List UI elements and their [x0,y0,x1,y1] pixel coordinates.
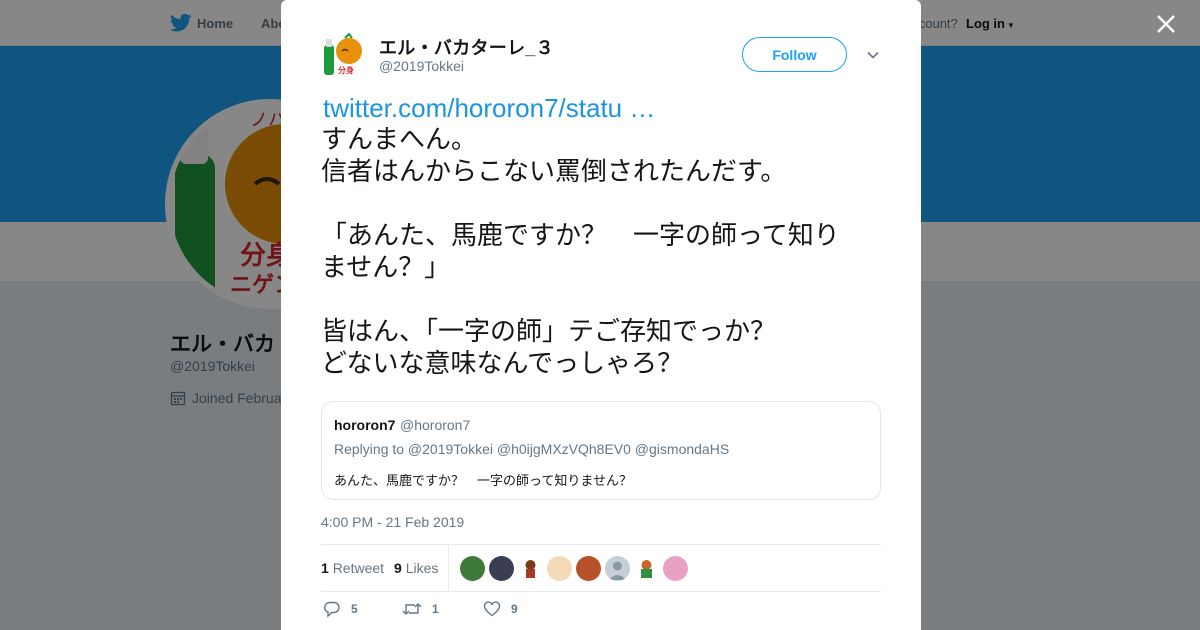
retweets-label: Retweet [332,560,385,576]
like-action[interactable]: 9 [483,600,518,618]
follow-button[interactable]: Follow [742,37,847,72]
author-avatar[interactable]: 分身 [321,31,369,79]
likes-stat[interactable]: 9 Likes [394,560,438,576]
quoted-author-handle: @hororon7 [400,417,471,433]
author-handle[interactable]: @2019Tokkei [379,58,464,74]
tweet-line [321,188,891,220]
retweet-count: 1 [432,602,439,616]
liker-avatar[interactable] [489,556,514,581]
heart-icon [483,601,501,617]
retweet-icon [402,603,422,615]
tweet-stats: 1 Retweet 9 Likes [321,544,881,592]
liker-avatar[interactable] [663,556,688,581]
tweet-modal: 分身 エル・バカターレ_３ @2019Tokkei Follow twitter… [281,0,921,630]
liker-avatar[interactable] [518,556,543,581]
liker-avatar[interactable] [634,556,659,581]
likes-count: 9 [394,560,402,576]
tweet-actions: 5 1 9 [321,600,881,626]
retweets-stat[interactable]: 1 Retweet [321,560,384,576]
like-count: 9 [511,602,518,616]
tweet-link[interactable]: twitter.com/hororon7/statu … [323,92,891,124]
author-display-name[interactable]: エル・バカターレ_３ [379,34,554,60]
chevron-down-icon[interactable] [865,47,881,63]
reply-action[interactable]: 5 [323,600,358,618]
tweet-line: 「あんた、馬鹿ですか？ 一字の師って知り [321,221,840,251]
tweet-text: twitter.com/hororon7/statu … すんまへん。 信者はん… [321,92,891,380]
quoted-tweet[interactable]: hororon7 @hororon7 Replying to @2019Tokk… [321,401,881,500]
quoted-replying-to: Replying to @2019Tokkei @h0ijgMXzVQh8EV0… [334,441,730,457]
close-icon[interactable] [1154,12,1178,36]
liker-avatar[interactable] [605,556,630,581]
liker-avatar[interactable] [547,556,572,581]
stats-divider [448,545,449,591]
reply-count: 5 [351,602,358,616]
tweet-line [321,284,891,316]
tweet-timestamp[interactable]: 4:00 PM - 21 Feb 2019 [321,514,464,530]
likes-label: Likes [405,560,439,576]
quoted-text: あんた、馬鹿ですか？ 一字の師って知りません？ [334,474,632,489]
tweet-line: ません？」 [321,253,451,283]
tweet-line: 信者はんからこない罵倒されたんだす。 [321,157,787,187]
quoted-author-name: hororon7 [334,417,396,433]
liker-avatar[interactable] [460,556,485,581]
tangerine-mascot-image: 分身 [321,31,369,79]
svg-text:分身: 分身 [338,65,354,75]
tweet-line: どないな意味なんでっしゃろ？ [321,349,684,379]
reply-icon [324,601,340,618]
retweets-count: 1 [321,560,329,576]
tweet-line: すんまへん。 [321,125,478,155]
retweet-action[interactable]: 1 [402,600,439,618]
liker-avatar[interactable] [576,556,601,581]
tweet-line: 皆はん、「一字の師」テご存知でっか？ [321,317,777,347]
